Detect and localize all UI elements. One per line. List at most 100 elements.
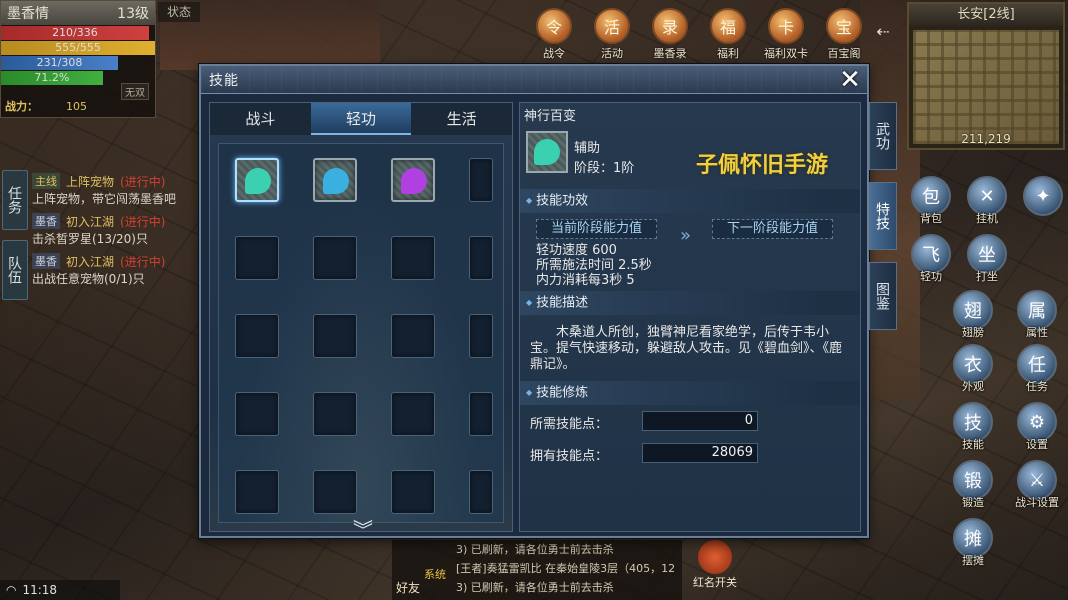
wushuang-badge[interactable]: 无双 <box>121 83 149 100</box>
auto-battle-label: 挂机 <box>976 212 998 225</box>
collapse-arrow-icon[interactable]: ⇠ <box>868 22 898 42</box>
required-points-label: 所需技能点： <box>530 417 609 432</box>
activity-button[interactable]: 活 活动 <box>586 8 638 61</box>
skill-tabs: 战斗 轻功 生活 <box>210 103 512 135</box>
scroll-label: 墨香录 <box>653 47 687 60</box>
team-tab[interactable]: 队伍 <box>2 240 28 300</box>
quest-desc: 击杀皙罗星(13/20)只 <box>32 232 148 246</box>
skill-slot[interactable] <box>391 470 435 514</box>
quest-tag: 墨香 <box>32 213 60 229</box>
owned-points-label: 拥有技能点： <box>530 449 609 464</box>
skill-slot[interactable] <box>469 236 493 280</box>
skill-slot[interactable] <box>235 470 279 514</box>
skill-slot[interactable] <box>391 314 435 358</box>
tab-special-skills[interactable]: 特技 <box>869 182 897 250</box>
power-label: 战力： <box>5 100 38 113</box>
skill-slot[interactable] <box>235 314 279 358</box>
skill-type: 辅助 <box>574 141 601 156</box>
skill-slot[interactable] <box>235 158 279 202</box>
skill-slot[interactable] <box>469 470 493 514</box>
tab-martial-arts[interactable]: 武功 <box>869 102 897 170</box>
minimap-map[interactable] <box>913 30 1059 144</box>
skill-slot[interactable] <box>313 314 357 358</box>
skill-window-title-bar: 技能 <box>201 66 867 94</box>
backpack-button[interactable]: 包 背包 <box>906 176 956 226</box>
scroll-button[interactable]: 录 墨香录 <box>644 8 696 61</box>
stall-button[interactable]: 摊 摆摊 <box>948 518 998 568</box>
double-card-label: 福利双卡 <box>764 47 808 60</box>
quest-state: (进行中) <box>120 174 166 189</box>
skill-label: 技能 <box>962 438 984 451</box>
effect-line: 内力消耗每3秒 5 <box>536 273 635 288</box>
gift-button[interactable]: 福 福利 <box>702 8 754 61</box>
treasure-button[interactable]: 宝 百宝阁 <box>818 8 870 61</box>
quest-title: 初入江湖 <box>66 214 115 229</box>
status-tab[interactable]: 状态 <box>158 2 200 22</box>
bird-skill-icon <box>245 168 271 194</box>
settings-diamond-icon: ✦ <box>1023 176 1063 216</box>
skill-slot[interactable] <box>313 236 357 280</box>
skill-slot[interactable] <box>313 158 357 202</box>
current-stage-button[interactable]: 当前阶段能力值 <box>536 219 658 239</box>
quest-item[interactable]: 墨香 初入江湖 (进行中) 击杀皙罗星(13/20)只 <box>32 212 202 248</box>
skill-slot[interactable] <box>391 236 435 280</box>
task-tab[interactable]: 任务 <box>2 170 28 230</box>
wifi-icon: ◠ <box>6 583 17 597</box>
tab-combat[interactable]: 战斗 <box>210 103 311 135</box>
skill-grid <box>218 143 504 523</box>
tab-life[interactable]: 生活 <box>411 103 512 135</box>
player-name: 墨香情 <box>7 6 49 22</box>
war-order-button[interactable]: 令 战令 <box>528 8 580 61</box>
settings-button[interactable]: ⚙ 设置 <box>1012 402 1062 452</box>
next-stage-button[interactable]: 下一阶段能力值 <box>712 219 834 239</box>
skill-slot[interactable] <box>469 314 493 358</box>
minimap[interactable]: 长安[2线] 211,219 <box>907 2 1065 150</box>
friends-button[interactable]: 好友 <box>392 548 424 596</box>
desc-section-head: 技能描述 <box>520 291 860 315</box>
skill-slot[interactable] <box>235 236 279 280</box>
scroll-down-icon[interactable]: ︾ <box>347 514 379 542</box>
power-row: 战力： 105 无双 <box>5 83 151 115</box>
quest-button[interactable]: 任 任务 <box>1012 344 1062 394</box>
quest-item[interactable]: 主线 上阵宠物 (进行中) 上阵宠物，带它闯荡墨香吧 <box>32 172 202 208</box>
skill-slot[interactable] <box>235 392 279 436</box>
treasure-icon: 宝 <box>826 8 862 44</box>
battle-settings-button[interactable]: ⚔ 战斗设置 <box>1012 460 1062 510</box>
chevron-right-icon: » <box>680 225 692 246</box>
redname-toggle-button[interactable]: 红名开关 <box>690 540 740 596</box>
friends-label: 好友 <box>395 581 420 595</box>
appearance-button[interactable]: 衣 外观 <box>948 344 998 394</box>
backpack-label: 背包 <box>920 212 942 225</box>
attributes-button[interactable]: 属 属性 <box>1012 290 1062 340</box>
quest-desc: 上阵宠物，带它闯荡墨香吧 <box>32 192 177 206</box>
skill-button[interactable]: 技 技能 <box>948 402 998 452</box>
close-button[interactable]: ✕ <box>837 67 863 94</box>
skill-name: 神行百变 <box>524 109 577 124</box>
tab-qinggong[interactable]: 轻功 <box>310 103 412 135</box>
quest-tag: 主线 <box>32 173 60 189</box>
owned-points-value: 28069 <box>642 443 758 463</box>
quest-item[interactable]: 墨香 初入江湖 (进行中) 出战任意宠物(0/1)只 <box>32 252 202 288</box>
auto-battle-button[interactable]: ✕ 挂机 <box>962 176 1012 226</box>
skill-slot[interactable] <box>391 392 435 436</box>
wings-button[interactable]: 翅 翅膀 <box>948 290 998 340</box>
skill-slot[interactable] <box>469 158 493 202</box>
qinggong-button[interactable]: 飞 轻功 <box>906 234 956 284</box>
skill-stage: 阶段：1阶 <box>574 161 635 176</box>
forge-button[interactable]: 锻 锻造 <box>948 460 998 510</box>
skill-window: 技能 ✕ 战斗 轻功 生活 ︾ 神行百变 辅助 阶段：1阶 子佩怀旧手游 ◆ 技… <box>199 64 869 542</box>
bird-skill-icon <box>534 139 560 165</box>
skill-slot[interactable] <box>469 392 493 436</box>
extra-button[interactable]: ✦ <box>1018 176 1068 216</box>
sp-bar: 231/308 <box>1 56 119 70</box>
skill-slot[interactable] <box>313 470 357 514</box>
skill-slot[interactable] <box>313 392 357 436</box>
skill-description: 木桑道人所创，独臂神尼看家绝学，后传于韦小宝。提气快速移动，躲避敌人攻击。见《碧… <box>530 325 843 372</box>
meditate-button[interactable]: 坐 打坐 <box>962 234 1012 284</box>
quest-desc: 出战任意宠物(0/1)只 <box>32 272 145 286</box>
player-status-panel[interactable]: 墨香情 13级 210/336 555/555 231/308 71.2% 战力… <box>0 0 156 118</box>
top-activity-bar: 令 战令 活 活动 录 墨香录 福 福利 卡 福利双卡 宝 百宝阁 <box>528 8 870 61</box>
skill-slot[interactable] <box>391 158 435 202</box>
double-card-button[interactable]: 卡 福利双卡 <box>760 8 812 61</box>
tab-codex[interactable]: 图鉴 <box>869 262 897 330</box>
